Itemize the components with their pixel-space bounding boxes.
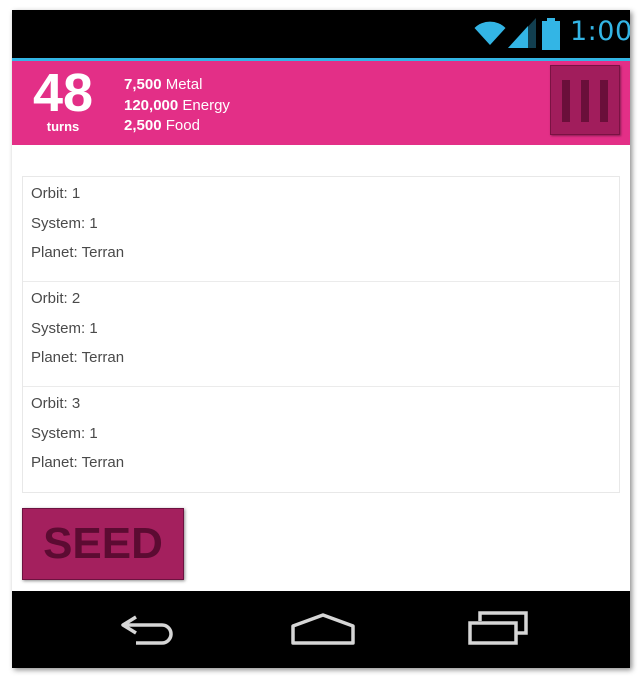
menu-bar <box>581 80 589 122</box>
turns-count: 48 <box>32 63 94 123</box>
turns-label: turns <box>46 119 80 134</box>
planet-orbit: Orbit: 1 <box>31 185 81 202</box>
resource-header: 48 turns 7,500 Metal 120,000 Energy 2,50… <box>12 61 630 145</box>
seed-button[interactable]: SEED <box>22 508 184 580</box>
resource-name: Metal <box>165 76 203 93</box>
planet-orbit: Orbit: 2 <box>31 290 81 307</box>
planet-list-item[interactable]: Orbit: 2 System: 1 Planet: Terran <box>23 282 619 387</box>
navigation-bar <box>12 591 630 668</box>
back-icon[interactable] <box>118 609 180 649</box>
resource-amount: 7,500 <box>124 76 162 93</box>
planet-orbit: Orbit: 3 <box>31 395 81 412</box>
planet-type: Planet: Terran <box>31 454 125 471</box>
menu-bar <box>600 80 608 122</box>
resource-name: Food <box>165 117 200 134</box>
planet-list-item[interactable]: Orbit: 1 System: 1 Planet: Terran <box>23 177 619 282</box>
planet-list: Orbit: 1 System: 1 Planet: Terran Orbit:… <box>22 176 620 493</box>
planet-system: System: 1 <box>31 424 98 442</box>
wifi-icon <box>474 21 506 45</box>
menu-button[interactable] <box>550 65 620 135</box>
resource-energy: 120,000 Energy <box>124 96 230 117</box>
resource-amount: 120,000 <box>124 96 179 114</box>
planet-type: Planet: Terran <box>31 349 125 366</box>
resource-food: 2,500 Food <box>124 116 230 137</box>
status-bar: 1:00 <box>12 10 630 58</box>
planet-system: System: 1 <box>31 214 98 232</box>
resource-metal: 7,500 Metal <box>124 75 230 96</box>
resource-name: Energy <box>182 96 230 114</box>
planet-system: System: 1 <box>31 319 98 337</box>
menu-bars-icon <box>562 80 570 122</box>
battery-icon <box>542 18 560 50</box>
planet-list-item[interactable]: Orbit: 3 System: 1 Planet: Terran <box>23 387 619 492</box>
resource-amount: 2,500 <box>124 117 162 134</box>
resource-list: 7,500 Metal 120,000 Energy 2,500 Food <box>124 75 230 137</box>
signal-icon <box>508 18 536 48</box>
device-screen: 1:00 48 turns 7,500 Metal 120,000 Energy… <box>12 10 630 668</box>
home-icon[interactable] <box>290 609 356 649</box>
recent-apps-icon[interactable] <box>466 609 530 649</box>
status-clock: 1:00 <box>570 16 630 47</box>
planet-type: Planet: Terran <box>31 244 125 261</box>
